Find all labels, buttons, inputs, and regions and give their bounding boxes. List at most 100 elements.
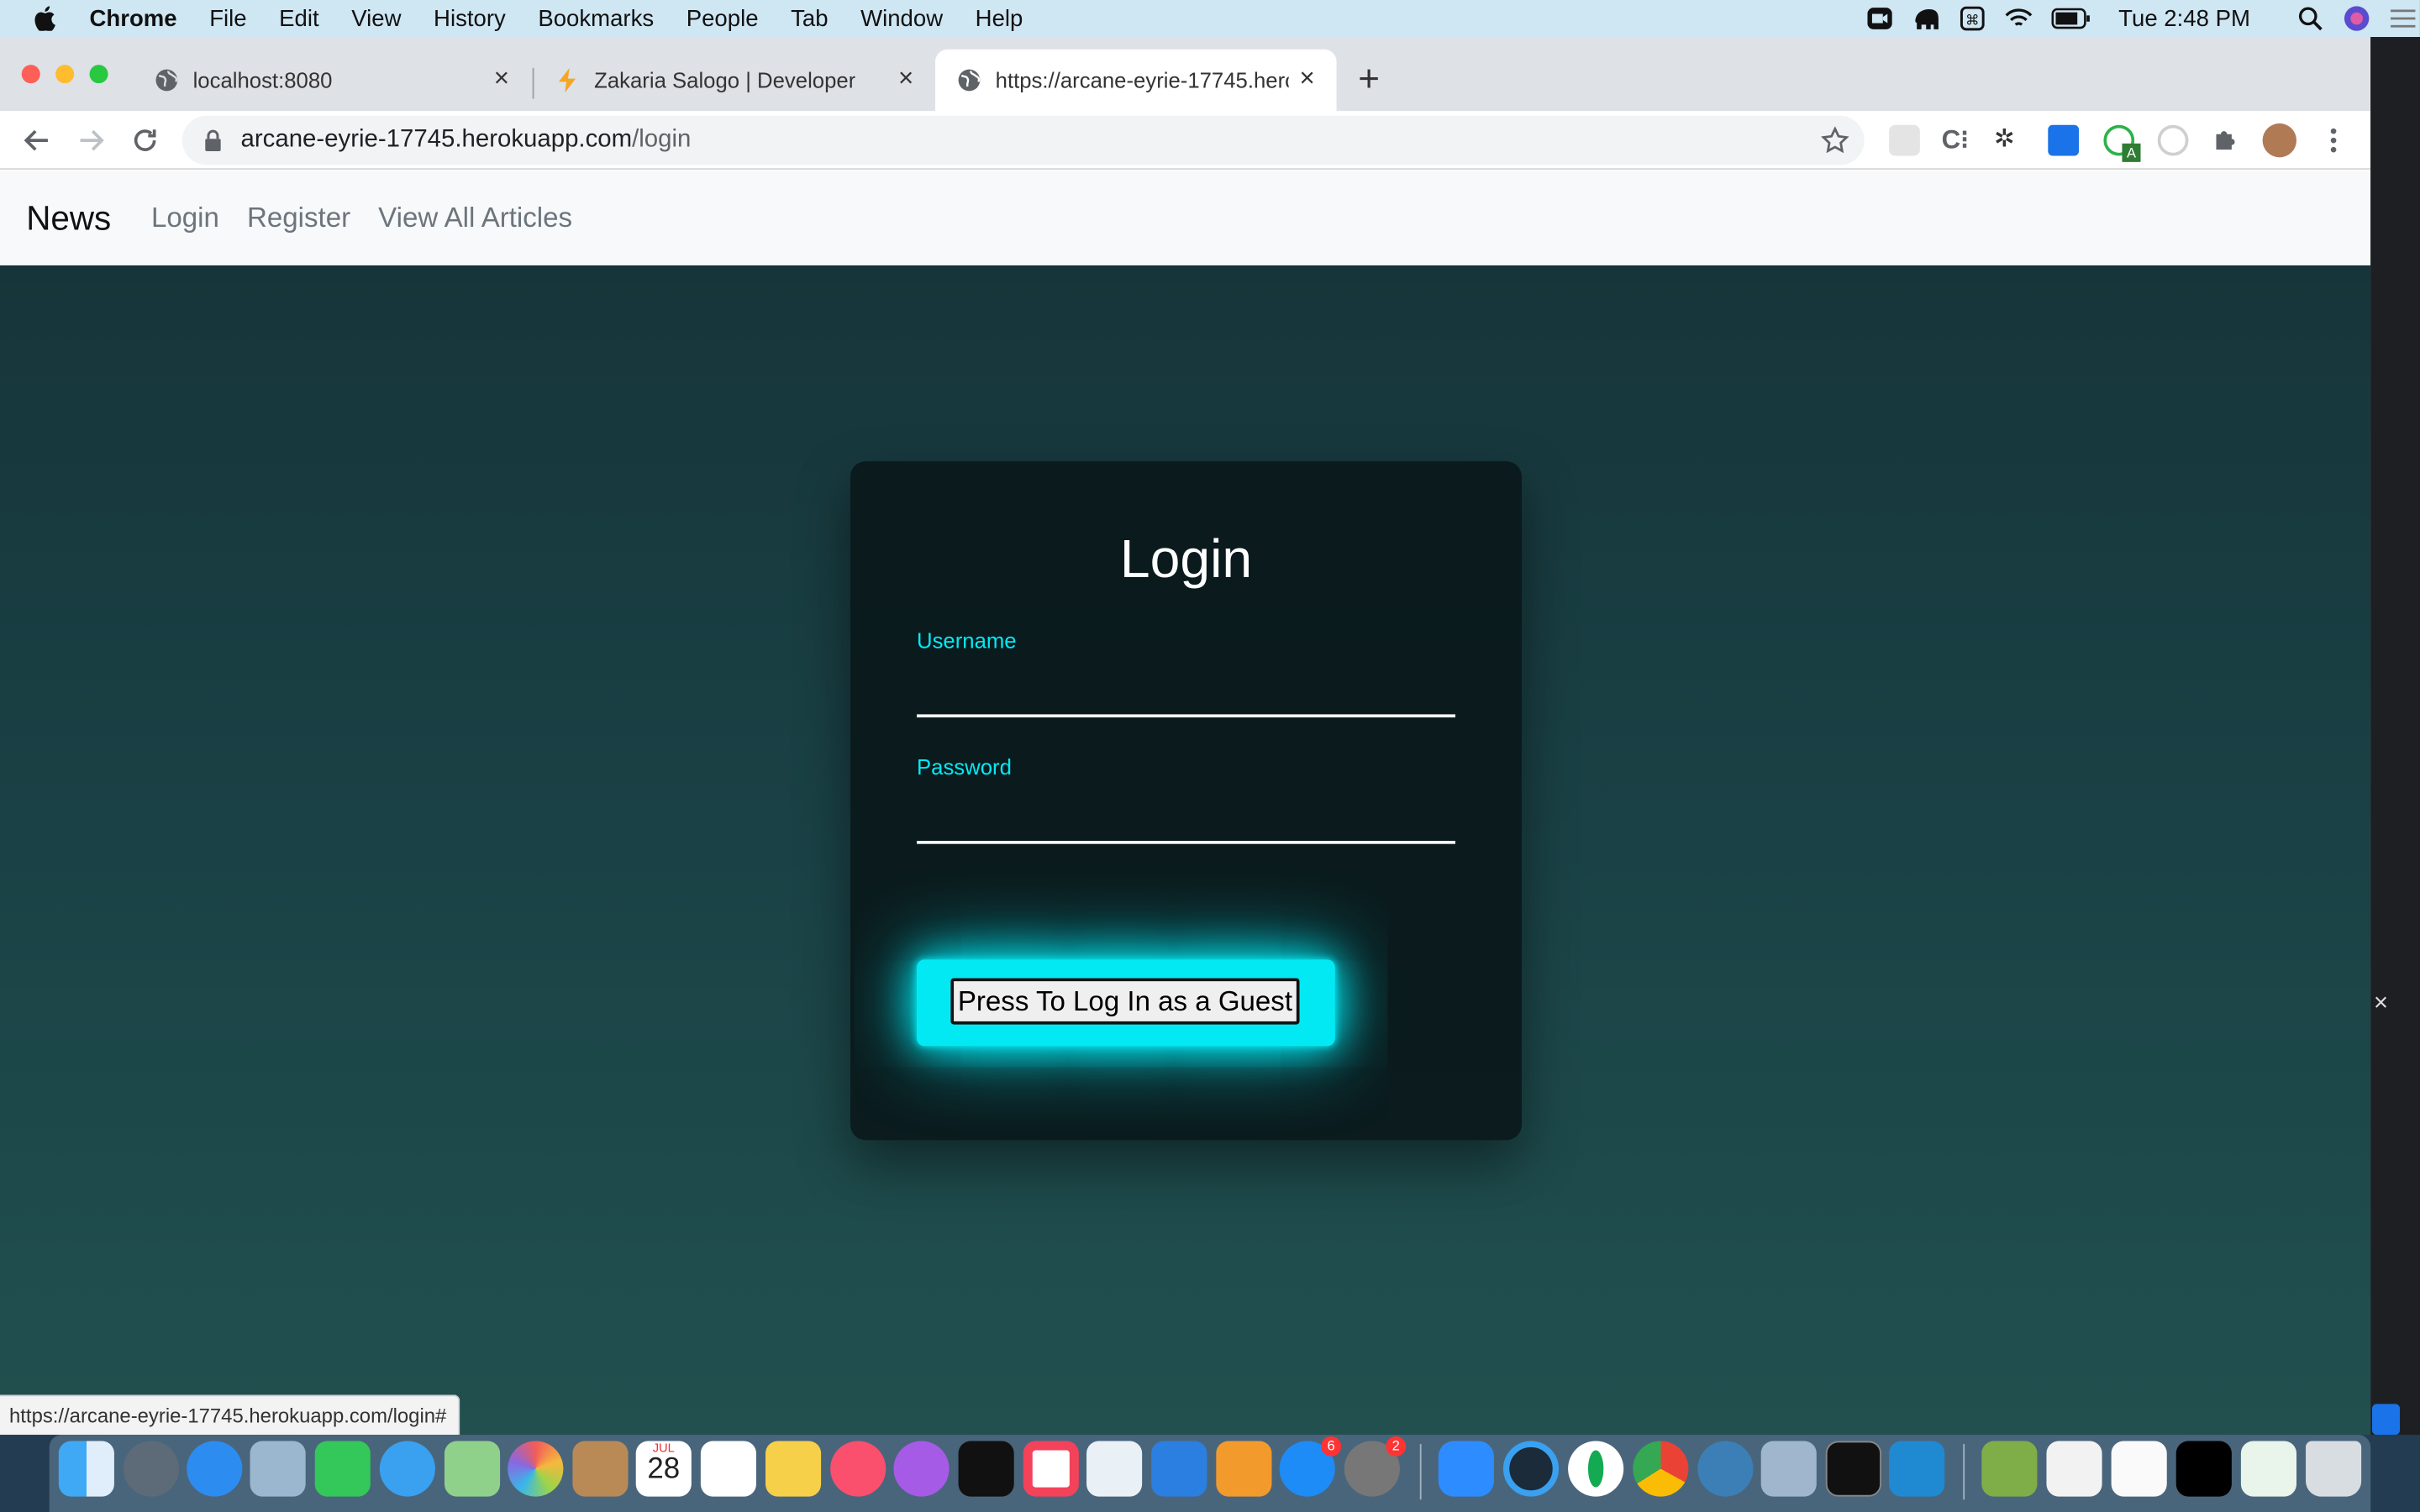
tab-arcane-eyrie-login[interactable]: https://arcane-eyrie-17745.herokuapp.com… <box>935 49 1337 112</box>
keyboard-icon[interactable]: ⌘ <box>1958 6 1986 31</box>
password-input[interactable] <box>916 841 1456 844</box>
facetime-icon[interactable] <box>314 1441 371 1497</box>
username-label: Username <box>916 627 1017 653</box>
elephant-icon[interactable] <box>1912 6 1939 30</box>
zoom-icon[interactable] <box>1865 6 1893 30</box>
siri-icon[interactable] <box>2343 6 2370 31</box>
calendar-icon[interactable]: JUL 28 <box>635 1441 692 1497</box>
chrome-menu-icon[interactable] <box>2318 125 2349 156</box>
menu-history[interactable]: History <box>434 5 506 31</box>
close-icon[interactable]: × <box>1297 65 1318 91</box>
menu-clock[interactable]: Tue 2:48 PM <box>2118 5 2250 31</box>
menu-app-name[interactable]: Chrome <box>90 5 177 31</box>
menu-file[interactable]: File <box>209 5 246 31</box>
profile-avatar-icon[interactable] <box>2262 123 2297 158</box>
podcasts-icon[interactable] <box>893 1441 950 1497</box>
reminders-icon[interactable] <box>700 1441 756 1497</box>
preview-icon[interactable] <box>250 1441 306 1497</box>
circle-extension-icon[interactable] <box>2157 124 2189 156</box>
notification-center-icon[interactable] <box>2389 6 2417 30</box>
back-arrow-icon[interactable] <box>20 123 54 157</box>
forward-arrow-icon[interactable] <box>74 123 108 157</box>
guest-login-button[interactable]: Press To Log In as a Guest <box>950 978 1300 1025</box>
menu-view[interactable]: View <box>351 5 401 31</box>
launchpad-icon[interactable] <box>123 1441 180 1497</box>
login-title: Login <box>1119 528 1253 590</box>
system-preferences-icon[interactable]: 2 <box>1344 1436 1407 1497</box>
downloads-stack-icon[interactable] <box>2240 1441 2297 1497</box>
link-status-bar: https://arcane-eyrie-17745.herokuapp.com… <box>0 1394 460 1436</box>
lock-icon[interactable] <box>203 129 222 151</box>
menu-edit[interactable]: Edit <box>279 5 318 31</box>
calendar-day: 28 <box>647 1453 681 1486</box>
site-navbar: News Login Register View All Articles <box>0 171 2371 265</box>
puzzle-extensions-icon[interactable] <box>2210 125 2241 156</box>
extension-c-icon[interactable]: C⁝ <box>1942 125 1973 156</box>
menu-people[interactable]: People <box>687 5 759 31</box>
app-store-icon[interactable]: 6 <box>1279 1436 1342 1497</box>
postgres-icon[interactable] <box>1697 1441 1754 1497</box>
tab-localhost[interactable]: localhost:8080 × <box>133 50 531 111</box>
quicktime-icon[interactable] <box>1502 1441 1560 1497</box>
bookmark-star-icon[interactable] <box>1821 126 1849 155</box>
search-icon[interactable] <box>2296 6 2324 31</box>
site-brand[interactable]: News <box>26 198 111 239</box>
chrome-icon[interactable] <box>1633 1441 1689 1497</box>
news-icon[interactable] <box>1023 1441 1079 1497</box>
bell-icon[interactable] <box>2372 1404 2401 1436</box>
bug-extension-icon[interactable]: ✲ <box>1994 125 2025 156</box>
image-viewer-icon[interactable] <box>1760 1441 1817 1497</box>
app-store-badge: 6 <box>1321 1436 1342 1457</box>
close-window-button[interactable] <box>21 65 40 84</box>
nav-login-link[interactable]: Login <box>151 202 219 235</box>
password-label: Password <box>916 754 1012 780</box>
recent-document-icon[interactable] <box>2111 1441 2167 1497</box>
music-icon[interactable] <box>830 1441 886 1497</box>
messages-icon[interactable] <box>379 1441 435 1497</box>
vscode-icon[interactable] <box>1889 1441 1945 1497</box>
wifi-icon[interactable] <box>2004 6 2032 30</box>
system-preferences-badge: 2 <box>1386 1436 1407 1457</box>
terminal-icon[interactable] <box>1825 1441 1881 1497</box>
tab-zakaria-salogo[interactable]: Zakaria Salogo | Developer × <box>534 50 935 111</box>
username-input[interactable] <box>916 714 1456 718</box>
leaf-icon <box>1587 1450 1604 1488</box>
finder-icon[interactable] <box>58 1441 114 1497</box>
apple-tv-icon[interactable] <box>958 1441 1014 1497</box>
photos-icon[interactable] <box>508 1441 564 1497</box>
minimized-window-icon[interactable] <box>2175 1441 2232 1497</box>
apple-menu-icon[interactable] <box>34 6 55 31</box>
numbers-icon[interactable] <box>1086 1441 1143 1497</box>
keynote-icon[interactable] <box>1151 1441 1207 1497</box>
maps-icon[interactable] <box>444 1441 501 1497</box>
maximize-window-button[interactable] <box>89 65 108 84</box>
safari-icon[interactable] <box>187 1441 243 1497</box>
m-extension-icon[interactable]: A <box>2103 124 2141 162</box>
address-bar[interactable]: arcane-eyrie-17745.herokuapp.com/login <box>182 115 1865 165</box>
close-icon[interactable]: × <box>895 65 917 91</box>
notes-icon[interactable] <box>765 1441 822 1497</box>
archive-icon[interactable] <box>1981 1441 2038 1497</box>
menu-bookmarks[interactable]: Bookmarks <box>538 5 654 31</box>
pages-icon[interactable] <box>1216 1441 1272 1497</box>
menu-tab[interactable]: Tab <box>791 5 828 31</box>
recent-document-icon[interactable] <box>2046 1441 2102 1497</box>
close-icon[interactable]: × <box>491 65 513 91</box>
menu-help[interactable]: Help <box>976 5 1023 31</box>
guest-button-glow[interactable]: Press To Log In as a Guest <box>916 959 1335 1047</box>
contacts-icon[interactable] <box>572 1441 629 1497</box>
battery-icon[interactable] <box>2050 6 2091 30</box>
trash-icon[interactable] <box>2306 1441 2362 1497</box>
new-tab-button[interactable]: + <box>1358 61 1380 98</box>
menu-window[interactable]: Window <box>860 5 943 31</box>
shield-extension-icon[interactable] <box>2048 124 2080 156</box>
minimize-window-button[interactable] <box>55 65 75 84</box>
mongodb-compass-icon[interactable] <box>1568 1441 1624 1497</box>
nav-register-link[interactable]: Register <box>247 202 350 235</box>
zoom-app-icon[interactable] <box>1438 1441 1494 1497</box>
nav-view-all-articles-link[interactable]: View All Articles <box>378 202 572 235</box>
reload-icon[interactable] <box>128 123 161 157</box>
close-icon[interactable]: × <box>2374 990 2388 1018</box>
url-host: arcane-eyrie-17745.herokuapp.com <box>240 126 633 153</box>
extension-1-icon[interactable] <box>1889 124 1920 156</box>
